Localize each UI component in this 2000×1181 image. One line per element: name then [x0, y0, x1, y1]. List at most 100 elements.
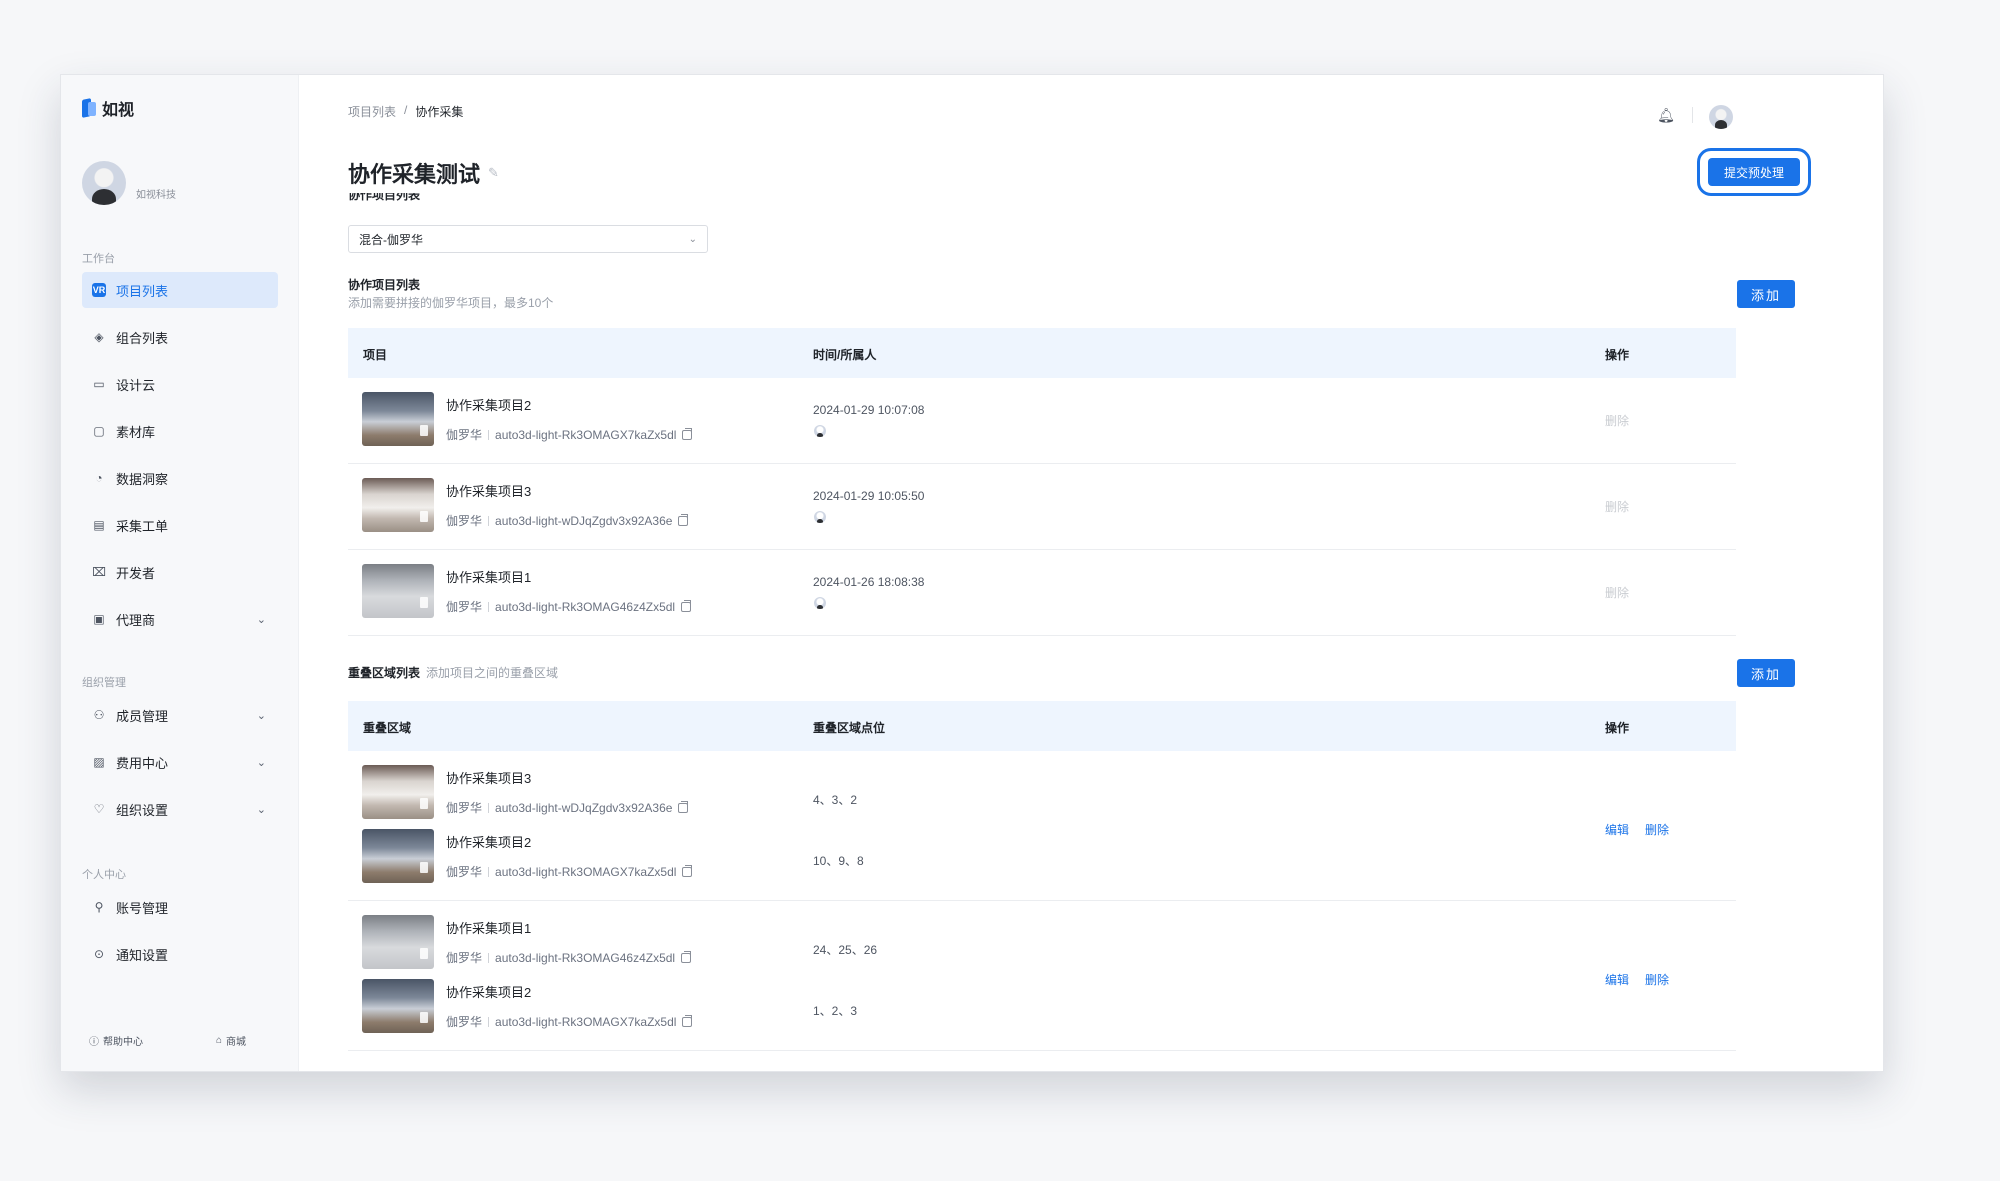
avatar[interactable]: [1709, 105, 1733, 129]
project-name: 协作采集项目2: [446, 398, 532, 413]
edit-link[interactable]: 编辑: [1605, 971, 1629, 988]
header-divider: [1692, 107, 1693, 123]
edit-link[interactable]: 编辑: [1605, 821, 1629, 838]
project-thumbnail[interactable]: [362, 564, 434, 618]
bell-icon[interactable]: 🔔︎: [1657, 107, 1675, 123]
sidebar-item-projects[interactable]: VR 项目列表: [82, 272, 278, 308]
copy-icon[interactable]: [678, 800, 689, 813]
copy-icon[interactable]: [681, 950, 692, 963]
table-row: 协作采集项目1 伽罗华 auto3d-light-Rk3OMAG46z4Zx5d…: [348, 550, 1736, 636]
delete-button-disabled[interactable]: 删除: [1605, 584, 1629, 601]
breadcrumb-current: 协作采集: [415, 105, 464, 119]
copy-icon[interactable]: [682, 864, 693, 877]
org-profile[interactable]: 如视科技: [82, 161, 176, 205]
breadcrumb-projects[interactable]: 项目列表: [348, 103, 396, 120]
column-header: 操作: [1605, 348, 1630, 362]
project-time: 2024-01-29 10:05:50: [813, 489, 925, 503]
copy-icon[interactable]: [682, 427, 693, 440]
overlap-section-title: 重叠区域列表 添加项目之间的重叠区域: [348, 664, 558, 681]
project-name: 协作采集项目2: [446, 985, 532, 1000]
sidebar-item-label: 组合列表: [116, 330, 169, 346]
copy-icon[interactable]: [682, 1014, 693, 1027]
edit-icon[interactable]: ✎: [488, 165, 499, 181]
project-name: 协作采集项目2: [446, 835, 532, 850]
overlap-row: 协作采集项目3 伽罗华 auto3d-light-wDJqZgdv3x92A36…: [348, 751, 1736, 901]
sidebar-item-notifications[interactable]: ⊙ 通知设置: [82, 936, 278, 972]
meta-divider: [488, 802, 490, 813]
project-thumbnail[interactable]: [362, 915, 434, 969]
project-thumbnail[interactable]: [362, 979, 434, 1033]
project-name: 协作采集项目1: [446, 921, 532, 936]
submit-focus-ring: 提交预处理: [1697, 148, 1811, 196]
group-title-org: 组织管理: [82, 677, 126, 689]
overlap-project-cell: 协作采集项目2 伽罗华 auto3d-light-Rk3OMAGX7kaZx5d…: [362, 979, 693, 1033]
sidebar-item-agents[interactable]: ▣ 代理商 ⌄: [82, 601, 278, 637]
sidebar-item-insights[interactable]: ◔ 数据洞察: [82, 460, 278, 496]
add-overlap-button[interactable]: 添加: [1737, 659, 1795, 687]
user-icon: ⚲: [94, 900, 104, 914]
sidebar-item-work-orders[interactable]: ▤ 采集工单: [82, 507, 278, 543]
layers-icon: ◈: [94, 330, 104, 344]
sidebar-item-materials[interactable]: ▢ 素材库: [82, 413, 278, 449]
chevron-down-icon: ⌄: [256, 613, 266, 626]
copy-icon[interactable]: [681, 599, 692, 612]
select-value: 混合-伽罗华: [359, 232, 423, 247]
brand-logo[interactable]: 如视: [82, 96, 134, 120]
sidebar-item-members[interactable]: ⚇ 成员管理 ⌄: [82, 697, 278, 733]
column-header: 重叠区域点位: [813, 721, 886, 735]
project-cell: 协作采集项目3 伽罗华 auto3d-light-wDJqZgdv3x92A36…: [362, 478, 689, 532]
sidebar-item-label: 费用中心: [116, 755, 169, 771]
shop-icon: ⌂: [216, 1035, 223, 1046]
project-name: 协作采集项目1: [446, 570, 532, 585]
project-code: auto3d-light-wDJqZgdv3x92A36e: [495, 800, 673, 815]
sidebar-item-account[interactable]: ⚲ 账号管理: [82, 889, 278, 925]
group-title-personal: 个人中心: [82, 869, 126, 881]
project-code: auto3d-light-Rk3OMAGX7kaZx5dl: [495, 864, 677, 879]
chevron-down-icon: ⌄: [256, 803, 266, 816]
page-title-text: 协作采集测试: [348, 162, 481, 187]
add-project-button[interactable]: 添加: [1737, 280, 1795, 308]
project-meta: 伽罗华 auto3d-light-Rk3OMAG46z4Zx5dl: [446, 949, 692, 966]
shop-label: 商城: [226, 1037, 247, 1048]
overlap-row: 协作采集项目1 伽罗华 auto3d-light-Rk3OMAG46z4Zx5d…: [348, 901, 1736, 1051]
sidebar-item-billing[interactable]: ▨ 费用中心 ⌄: [82, 744, 278, 780]
sidebar-item-combos[interactable]: ◈ 组合列表: [82, 319, 278, 355]
sidebar-item-developer[interactable]: ⌧ 开发者: [82, 554, 278, 590]
help-center-label: 帮助中心: [103, 1037, 143, 1048]
delete-link[interactable]: 删除: [1645, 821, 1669, 838]
sidebar-item-design-cloud[interactable]: ▭ 设计云: [82, 366, 278, 402]
overlap-points: 24、25、26: [813, 943, 878, 957]
project-type-select[interactable]: 混合-伽罗华 ⌄: [348, 225, 708, 253]
breadcrumb: 项目列表 / 协作采集: [348, 103, 463, 120]
copy-icon[interactable]: [678, 513, 689, 526]
sidebar-item-label: 开发者: [116, 565, 156, 581]
delete-button-disabled[interactable]: 删除: [1605, 498, 1629, 515]
project-meta: 伽罗华 auto3d-light-Rk3OMAG46z4Zx5dl: [446, 598, 692, 615]
sidebar: 如视 如视科技 工作台 VR 项目列表 ◈ 组合列表 ▭ 设计云 ▢ 素材库 ◔…: [61, 75, 299, 1071]
meta-divider: [488, 515, 490, 526]
project-thumbnail[interactable]: [362, 478, 434, 532]
shield-icon: ♡: [93, 802, 105, 816]
collab-table-header: 项目 时间/所属人 操作: [348, 328, 1736, 378]
project-thumbnail[interactable]: [362, 829, 434, 883]
project-code: auto3d-light-Rk3OMAGX7kaZx5dl: [495, 1014, 677, 1029]
project-meta: 伽罗华 auto3d-light-Rk3OMAGX7kaZx5dl: [446, 1013, 693, 1030]
sidebar-item-label: 通知设置: [116, 947, 169, 963]
wallet-icon: ▨: [93, 755, 105, 769]
delete-button-disabled[interactable]: 删除: [1605, 412, 1629, 429]
owner-avatar: [814, 511, 826, 523]
project-type: 伽罗华: [446, 865, 483, 879]
overlap-title-text: 重叠区域列表: [348, 666, 421, 680]
shop-link[interactable]: ⌂ 商城: [216, 1033, 246, 1048]
sidebar-item-label: 项目列表: [116, 283, 169, 299]
project-type: 伽罗华: [446, 600, 483, 614]
overlap-points: 10、9、8: [813, 854, 864, 868]
page-title: 协作采集测试 ✎: [348, 157, 499, 189]
sidebar-item-org-settings[interactable]: ♡ 组织设置 ⌄: [82, 791, 278, 827]
project-thumbnail[interactable]: [362, 392, 434, 446]
project-thumbnail[interactable]: [362, 765, 434, 819]
delete-link[interactable]: 删除: [1645, 971, 1669, 988]
briefcase-icon: ▣: [93, 612, 105, 626]
help-center-link[interactable]: ⓘ 帮助中心: [89, 1033, 143, 1048]
submit-preprocess-button[interactable]: 提交预处理: [1708, 158, 1800, 186]
